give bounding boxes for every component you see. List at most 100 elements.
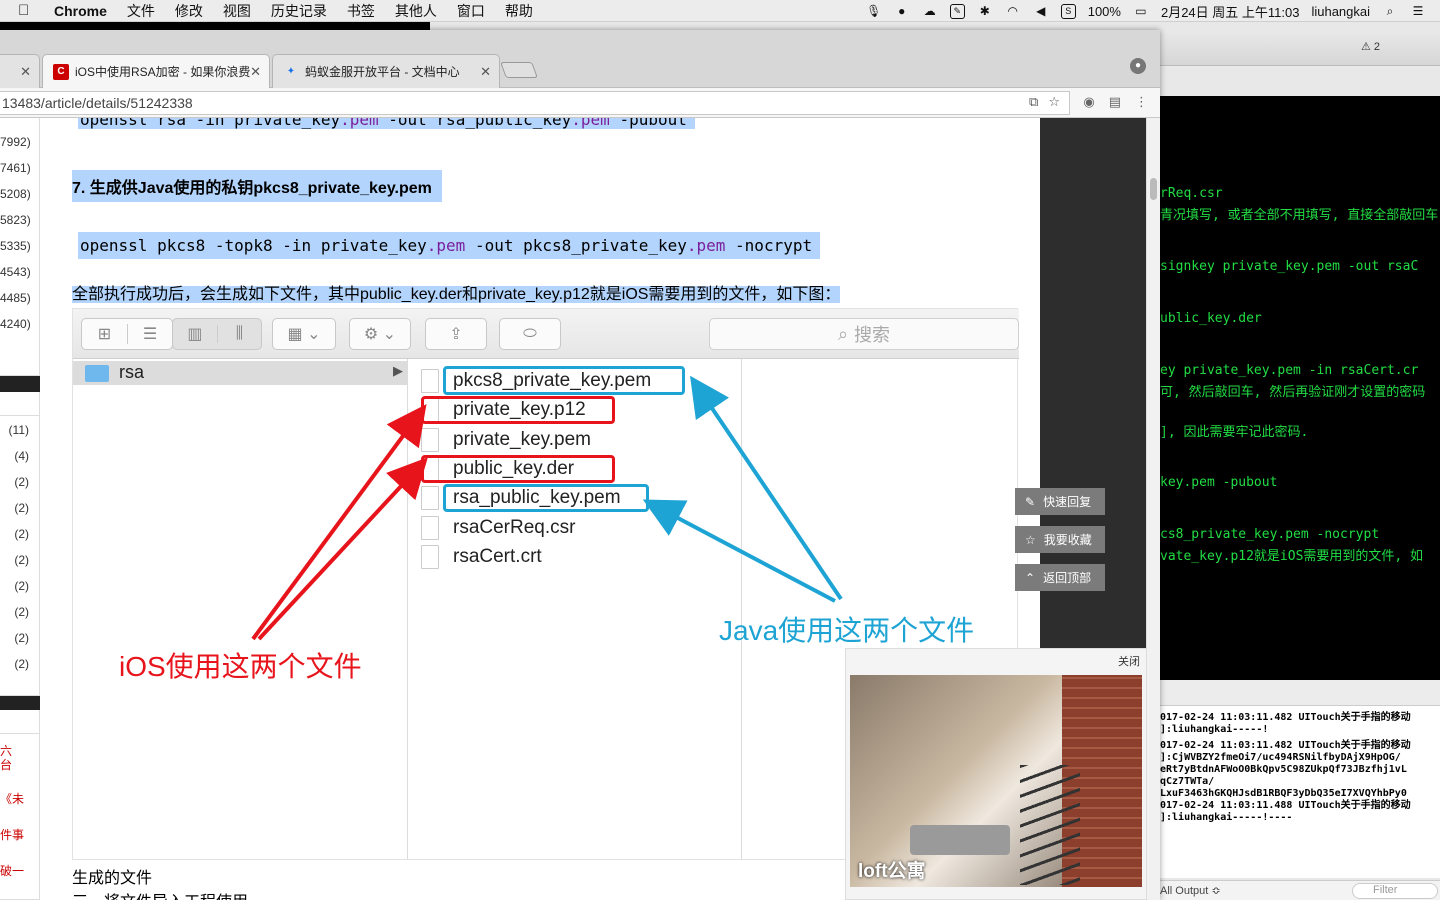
code-token: -nocrypt: [725, 236, 813, 255]
scrollbar-thumb[interactable]: [1150, 178, 1157, 200]
rank-count[interactable]: 7992): [0, 135, 31, 149]
clock[interactable]: 2月24日 周五 上午11:03: [1161, 2, 1299, 21]
disclosure-arrow-icon: ▶: [393, 363, 403, 378]
rank-count[interactable]: 4485): [0, 291, 31, 305]
terminal-line: ublic_key.der: [1160, 311, 1262, 326]
menu-bookmarks[interactable]: 书签: [347, 1, 375, 21]
close-icon[interactable]: ✕: [480, 64, 491, 80]
chrome-menu-icon[interactable]: ⋮: [1135, 94, 1148, 110]
spotlight-search-icon[interactable]: ⌕: [1382, 4, 1398, 18]
summary-paragraph: 全部执行成功后，会生成如下文件，其中public_key.der和private…: [72, 280, 841, 304]
new-tab-button[interactable]: [500, 62, 538, 78]
back-to-top-button[interactable]: ⌃ 返回顶部: [1015, 564, 1105, 591]
qq-icon[interactable]: ●: [894, 4, 910, 18]
cloud-icon[interactable]: ☁: [922, 4, 938, 18]
menu-bar:  Chrome 文件 修改 视图 历史记录 书签 其他人 窗口 帮助 🎙 ● …: [0, 0, 1440, 22]
pencil-icon: ✎: [1025, 494, 1036, 509]
action-button: ⚙ ⌄: [349, 318, 411, 350]
ad-close-button[interactable]: 关闭: [1118, 653, 1140, 669]
sofa-decor: [910, 825, 1010, 855]
article-rank-list: 7992) 7461) 5208) 5823) 5335) 4543) 4485…: [0, 118, 40, 376]
tab-ios-rsa[interactable]: C iOS中使用RSA加密 - 如果你浪费 ✕: [42, 54, 270, 88]
sidebar-gap: [0, 376, 40, 392]
sidebar-gap: [0, 696, 40, 710]
list-view-icon: ☰: [126, 324, 172, 344]
rank-count[interactable]: 5208): [0, 187, 31, 201]
tab-partial[interactable]: ✕: [0, 54, 40, 88]
menu-view[interactable]: 视图: [223, 1, 251, 21]
search-icon: ⌕: [837, 323, 849, 344]
tab-ant-financial[interactable]: ✦ 蚂蚁金服开放平台 - 文档中心 ✕: [272, 54, 500, 88]
rank-count[interactable]: 5823): [0, 213, 31, 227]
battery-icon[interactable]: ▭: [1133, 4, 1149, 18]
category-count[interactable]: (2): [14, 631, 29, 645]
menu-help[interactable]: 帮助: [505, 1, 533, 21]
highlight-box-ios: [421, 396, 615, 424]
battery-percent[interactable]: 100%: [1088, 4, 1121, 19]
coverflow-icon: ⫼: [216, 325, 261, 343]
category-count[interactable]: (4): [14, 449, 29, 463]
sync-icon[interactable]: S: [1060, 3, 1076, 19]
sidebar-section-header: [0, 392, 40, 416]
apple-menu-icon[interactable]: : [18, 2, 38, 19]
extension-reader-icon[interactable]: ▤: [1109, 94, 1121, 110]
close-icon[interactable]: ✕: [250, 64, 261, 80]
page-viewport: 7992) 7461) 5208) 5823) 5335) 4543) 4485…: [0, 118, 1160, 900]
filter-input[interactable]: Filter: [1352, 883, 1438, 899]
code-token: -out pkcs8_private_key: [465, 236, 687, 255]
microphone-icon[interactable]: 🎙: [866, 4, 882, 18]
wifi-icon[interactable]: ◠: [1005, 4, 1021, 18]
next-section-heading: 三、将文件导入工程使用: [72, 888, 248, 900]
document-icon: [421, 545, 439, 569]
article-link[interactable]: 破一: [0, 862, 30, 879]
extension-globe-icon[interactable]: ◉: [1083, 94, 1094, 110]
category-count[interactable]: (2): [14, 527, 29, 541]
java-annotation: Java使用这两个文件: [719, 615, 975, 646]
rank-count[interactable]: 7461): [0, 161, 31, 175]
rank-count[interactable]: 4240): [0, 317, 31, 331]
user-name[interactable]: liuhangkai: [1311, 4, 1370, 19]
category-count[interactable]: (2): [14, 579, 29, 593]
blocked-popup-icon[interactable]: ⧉: [1029, 94, 1038, 110]
menu-people[interactable]: 其他人: [395, 1, 437, 21]
category-count[interactable]: (2): [14, 501, 29, 515]
notification-center-icon[interactable]: ☰: [1410, 4, 1426, 18]
bookmark-star-icon[interactable]: ☆: [1048, 94, 1060, 110]
profile-icon[interactable]: ●: [1130, 58, 1146, 74]
rank-count[interactable]: 5335): [0, 239, 31, 253]
article-link[interactable]: 件事: [0, 826, 30, 843]
url-input[interactable]: 13483/article/details/51242338: [0, 91, 1070, 115]
volume-icon[interactable]: ◀: [1033, 4, 1049, 18]
chevron-up-icon: ⌃: [1025, 570, 1036, 585]
step7-heading: 7. 生成供Java使用的私钥pkcs8_private_key.pem: [72, 170, 442, 202]
category-count[interactable]: (2): [14, 553, 29, 567]
category-count[interactable]: (11): [9, 423, 29, 437]
favorite-label: 我要收藏: [1043, 533, 1092, 547]
article-link[interactable]: 《未: [0, 790, 30, 807]
page-scrollbar[interactable]: [1146, 118, 1160, 900]
menu-window[interactable]: 窗口: [457, 1, 485, 21]
menu-edit[interactable]: 修改: [175, 1, 203, 21]
column-view-button: ▥ ⫼: [172, 318, 262, 350]
category-count[interactable]: (2): [14, 605, 29, 619]
menu-file[interactable]: 文件: [127, 1, 155, 21]
rank-count[interactable]: 4543): [0, 265, 31, 279]
menu-history[interactable]: 历史记录: [271, 1, 327, 21]
category-count[interactable]: (2): [14, 475, 29, 489]
quick-reply-button[interactable]: ✎ 快速回复: [1015, 488, 1105, 515]
menu-app-chrome[interactable]: Chrome: [54, 3, 107, 19]
pen-icon[interactable]: ✎: [949, 3, 965, 19]
output-selector[interactable]: All Output ≎: [1160, 884, 1221, 897]
omnibox-actions: ⧉ ☆: [1029, 94, 1060, 110]
ad-image[interactable]: loft公寓: [850, 675, 1142, 887]
code-token-ext: .pem: [686, 236, 726, 255]
bluetooth-icon[interactable]: ✱: [977, 4, 993, 18]
close-icon[interactable]: ✕: [20, 64, 31, 80]
warning-badge[interactable]: ⚠ 2: [1361, 40, 1380, 53]
category-count[interactable]: (2): [14, 657, 29, 671]
article-link[interactable]: 台: [0, 756, 30, 773]
terminal-line: signkey private_key.pem -out rsaC: [1160, 259, 1419, 274]
favorite-button[interactable]: ☆ 我要收藏: [1015, 526, 1105, 553]
file-item: private_key.pem: [421, 426, 591, 454]
file-name: rsaCert.crt: [453, 546, 542, 567]
